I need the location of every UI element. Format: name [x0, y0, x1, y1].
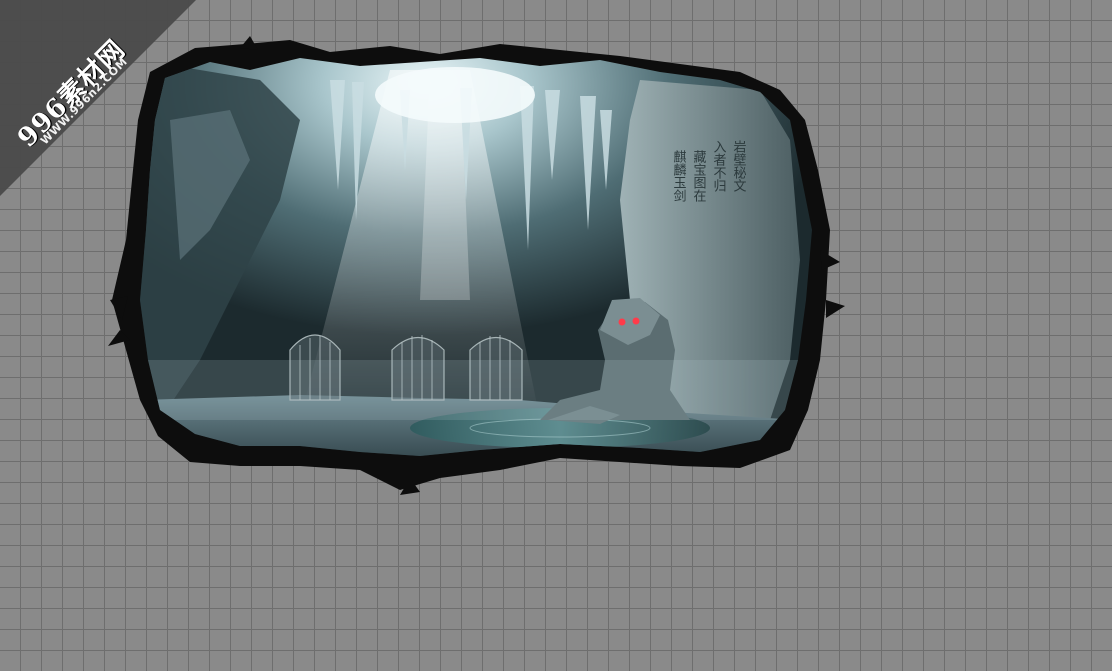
svg-text:岩壁秘文: 岩壁秘文	[731, 140, 747, 192]
watermark-badge: 996素材网 WWW.996n2.COM	[0, 0, 200, 200]
svg-text:入者不归: 入者不归	[711, 140, 727, 193]
carved-text: 麒麟玉剑	[671, 149, 687, 202]
editor-canvas[interactable]: 麒麟玉剑 藏宝图在 入者不归 岩壁秘文 996素材网 WWW.996n2.COM	[0, 0, 1112, 671]
svg-text:藏宝图在: 藏宝图在	[691, 150, 707, 202]
watermark-triangle	[0, 0, 196, 196]
